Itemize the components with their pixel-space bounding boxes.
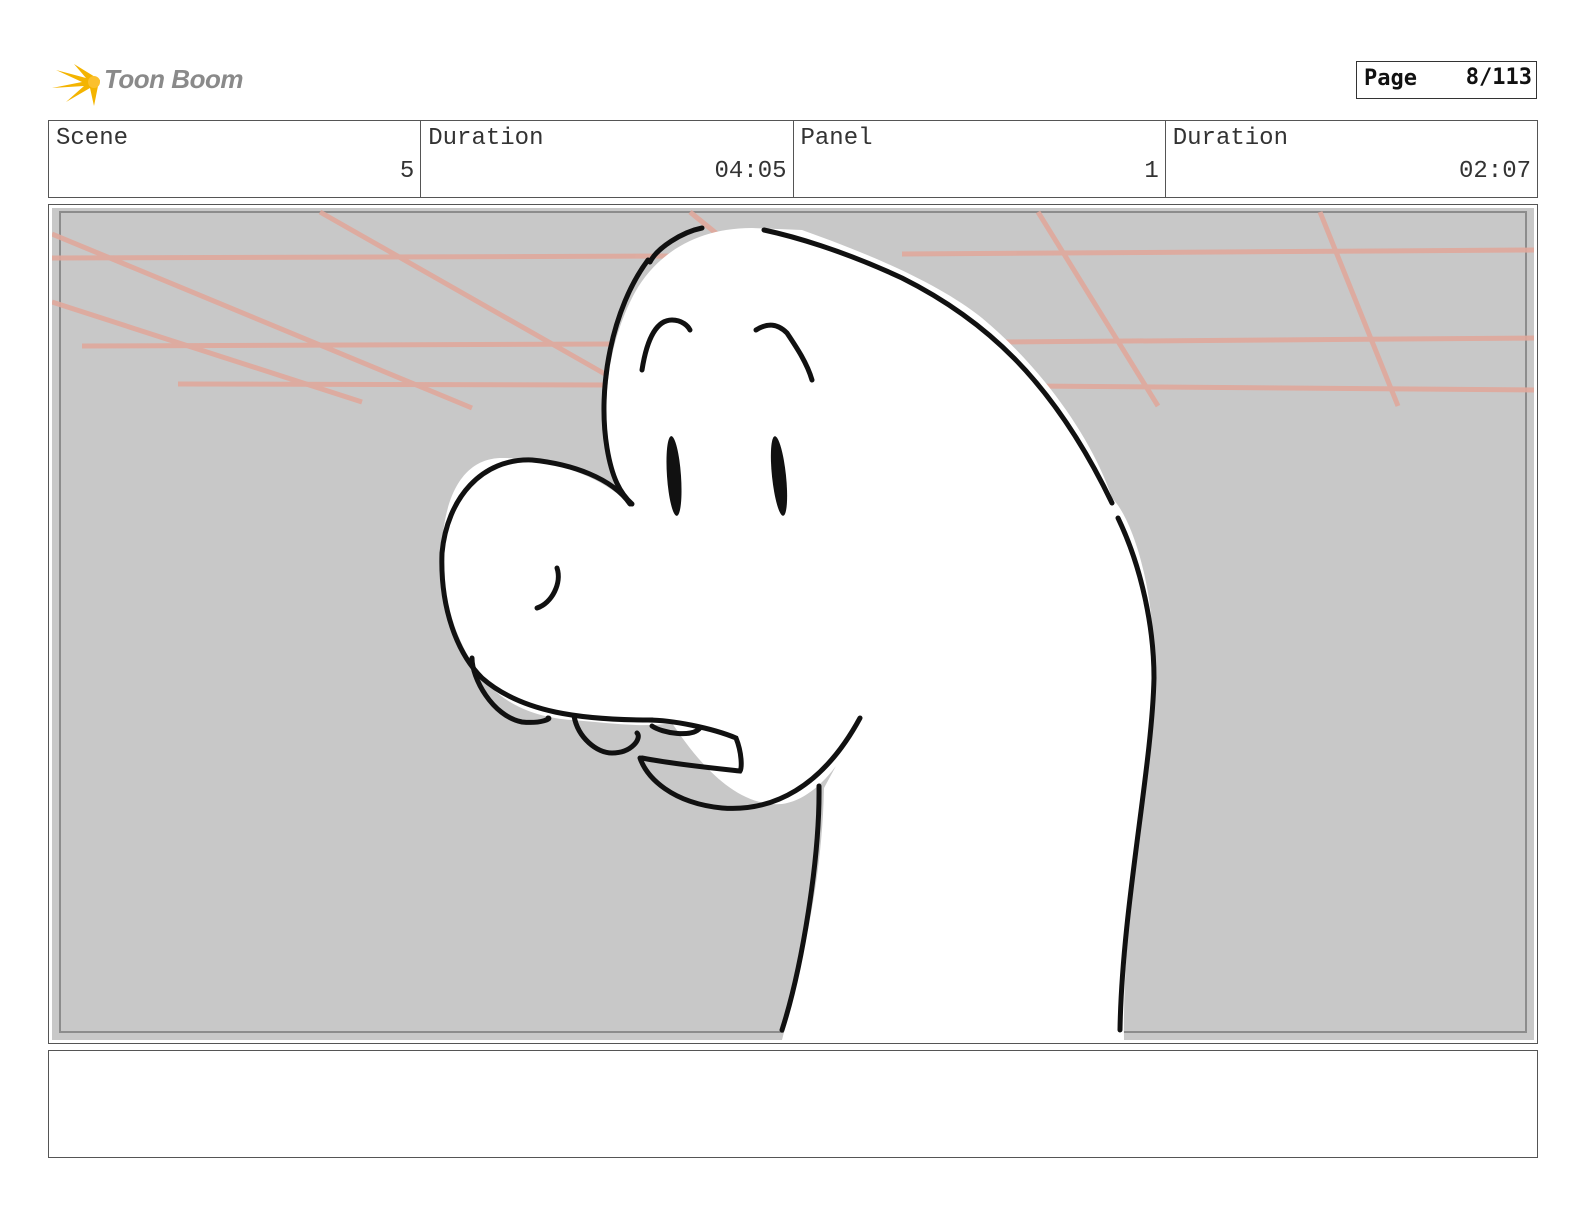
panel-drawing [52,208,1534,1040]
panel-cell: Panel 1 [794,121,1166,197]
scene-duration-cell: Duration 04:05 [421,121,794,197]
page-label: Page [1364,66,1417,91]
scene-label: Scene [56,125,129,152]
panel-label: Panel [800,125,873,152]
toon-boom-logo-text: Toon Boom [104,64,243,94]
scene-duration-label: Duration [428,125,544,152]
storyboard-panel [48,204,1538,1044]
scene-cell: Scene 5 [49,121,422,197]
scene-value: 5 [399,158,415,185]
panel-info-header: Scene 5 Duration 04:05 Panel 1 Duration … [48,120,1538,198]
page-number: 8/113 [1465,65,1532,90]
page-indicator: Page 8/113 [1356,61,1537,99]
panel-caption-box [48,1050,1538,1158]
panel-duration-cell: Duration 02:07 [1166,121,1537,197]
panel-value: 1 [1144,158,1159,185]
panel-duration-value: 02:07 [1458,158,1531,185]
scene-duration-value: 04:05 [714,158,787,185]
panel-duration-label: Duration [1172,125,1288,152]
